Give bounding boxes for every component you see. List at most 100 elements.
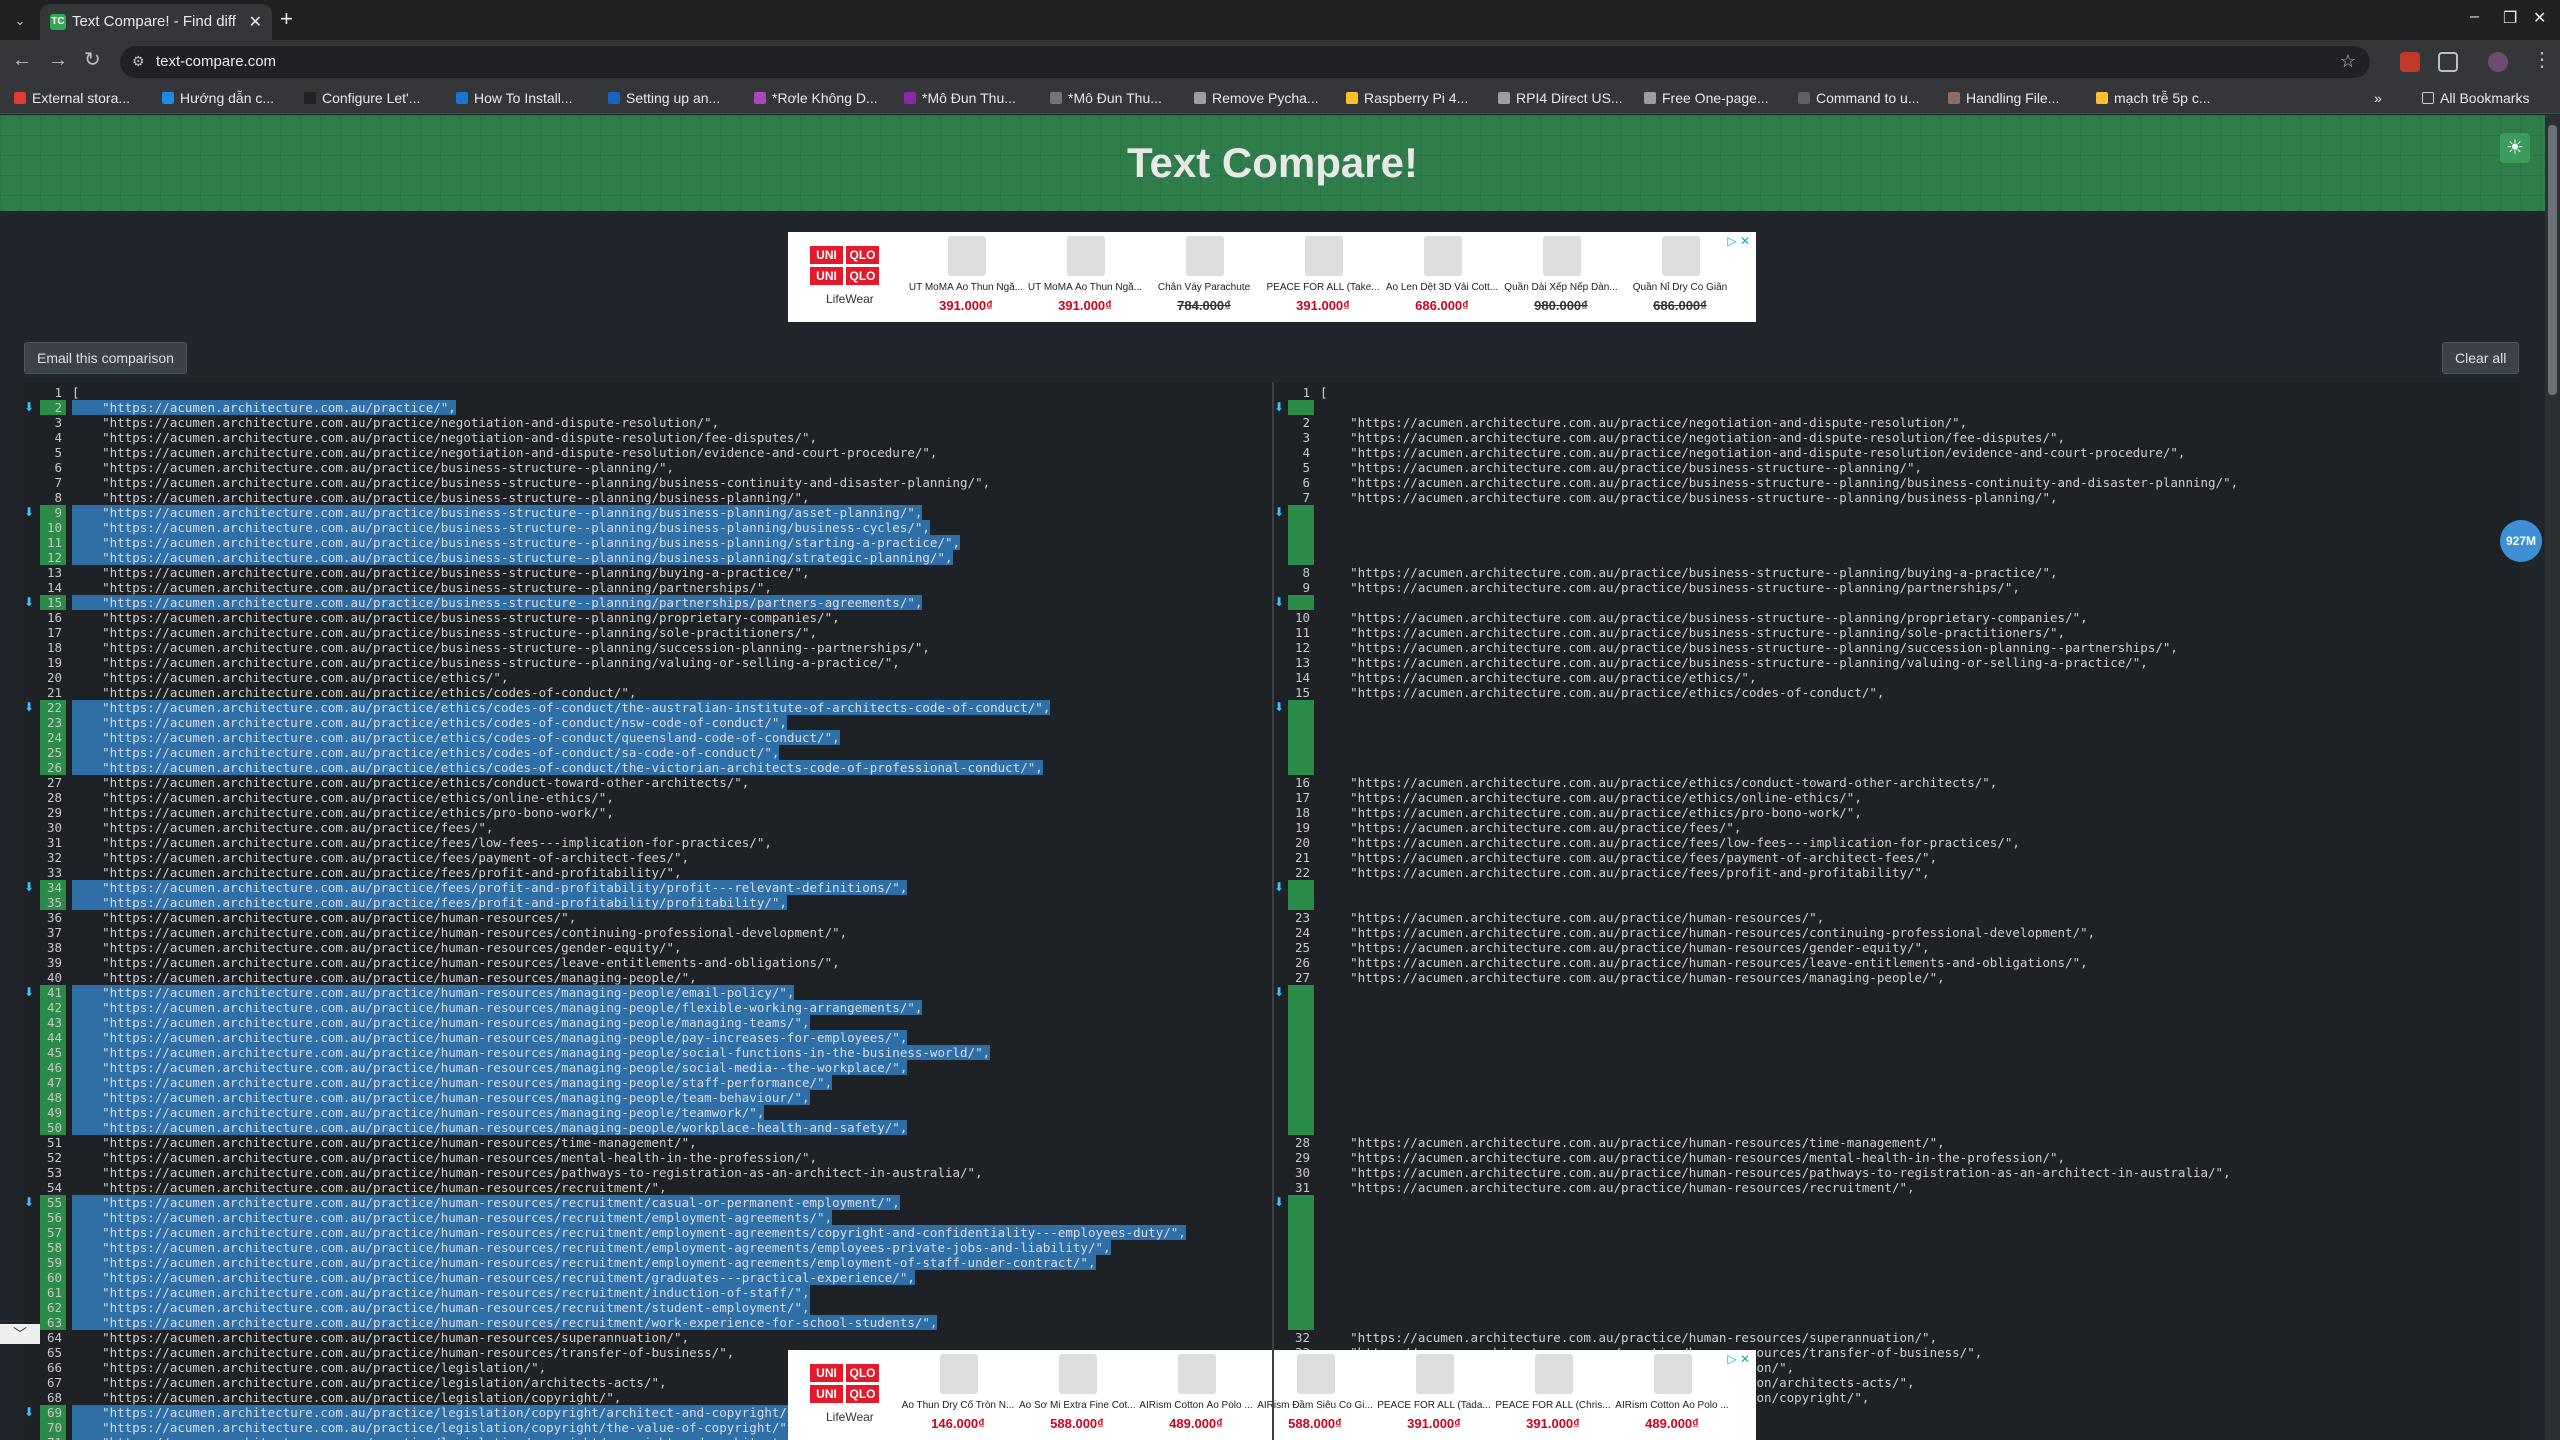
profile-avatar[interactable] bbox=[2488, 52, 2508, 72]
bookmark-item[interactable]: Command to u... bbox=[1798, 90, 1920, 106]
ad-product[interactable]: AIRism Cotton Áo Polo ... 489.000₫ bbox=[1138, 1350, 1254, 1440]
reload-icon[interactable]: ↻ bbox=[84, 50, 101, 70]
bookmark-item[interactable]: Hướng dẫn c... bbox=[162, 90, 274, 106]
bookmark-item[interactable]: *Mô Đun Thu... bbox=[1050, 90, 1162, 106]
ad-product[interactable]: UT MoMA Áo Thun Ngắ... 391.000₫ bbox=[908, 232, 1024, 322]
ad-product[interactable]: Quần Nỉ Dry Co Giãn 686.000₫ bbox=[1622, 232, 1738, 322]
bookmark-item[interactable]: Raspberry Pi 4... bbox=[1346, 90, 1468, 106]
code-line: "https://acumen.architecture.com.au/prac… bbox=[1320, 775, 1998, 790]
logo-cell: UNI bbox=[810, 246, 843, 264]
ad-product[interactable]: PEACE FOR ALL (Tada... 391.000₫ bbox=[1376, 1350, 1492, 1440]
site-info-icon[interactable]: ⚙ bbox=[132, 53, 145, 70]
code-line: "https://acumen.architecture.com.au/prac… bbox=[72, 1375, 667, 1390]
bookmark-favicon-icon bbox=[162, 92, 174, 104]
line-number: 9 bbox=[1302, 580, 1310, 595]
bookmark-item[interactable]: Remove Pycha... bbox=[1194, 90, 1319, 106]
bookmark-item[interactable]: mạch trễ 5p c... bbox=[2096, 90, 2210, 106]
bookmark-item[interactable]: Configure Let'... bbox=[304, 90, 420, 106]
forward-icon[interactable]: → bbox=[48, 50, 68, 70]
bookmark-favicon-icon bbox=[456, 92, 468, 104]
active-tab[interactable]: TC Text Compare! - Find diff ✕ bbox=[40, 4, 272, 40]
folder-icon bbox=[2422, 92, 2434, 104]
extension-icon[interactable] bbox=[2400, 52, 2420, 72]
bookmark-item[interactable]: Handling File... bbox=[1948, 90, 2059, 106]
theme-toggle-sun-icon[interactable]: ☀ bbox=[2500, 133, 2530, 163]
line-number: 29 bbox=[46, 805, 62, 820]
new-tab-icon[interactable]: + bbox=[280, 8, 293, 30]
ad-product[interactable]: UT MoMA Áo Thun Ngắ... 391.000₫ bbox=[1027, 232, 1143, 322]
line-number: 21 bbox=[46, 685, 62, 700]
ad-product[interactable]: PEACE FOR ALL (Chris... 391.000₫ bbox=[1495, 1350, 1611, 1440]
left-text-pane[interactable]: ⬇ ⬇ ⬇ ⬇ ⬇ ⬇ ⬇ ⬇ 1 [2 "https://acumen.architecture… bbox=[24, 382, 1272, 1440]
site-header: Text Compare! ☀ bbox=[0, 115, 2545, 211]
line-number: 24 bbox=[46, 730, 62, 745]
bookmark-item[interactable]: Free One-page... bbox=[1644, 90, 1769, 106]
bookmark-label: How To Install... bbox=[474, 90, 573, 106]
ad-product[interactable]: Chân Váy Parachute 784.000₫ bbox=[1146, 232, 1262, 322]
address-bar[interactable]: ⚙ text-compare.com ☆ bbox=[120, 46, 2370, 78]
bookmark-item[interactable]: *Mô Đun Thu... bbox=[904, 90, 1016, 106]
code-line: "https://acumen.architecture.com.au/prac… bbox=[72, 895, 787, 910]
floating-badge[interactable]: 927M bbox=[2500, 520, 2542, 562]
line-number: 6 bbox=[1302, 475, 1310, 490]
all-bookmarks[interactable]: All Bookmarks bbox=[2422, 90, 2529, 106]
ad-banner-top[interactable]: UNI QLO UNI QLO LifeWear ▷ ✕ UT MoMA Áo … bbox=[788, 232, 1756, 322]
bookmark-label: Configure Let'... bbox=[322, 90, 421, 106]
tab-search-icon[interactable]: ⌄ bbox=[8, 10, 32, 32]
line-number: 21 bbox=[1294, 850, 1310, 865]
logo-cell: UNI bbox=[810, 267, 843, 285]
bookmarks-overflow-icon[interactable]: » bbox=[2374, 90, 2382, 106]
ad-product[interactable]: AIRism Cotton Áo Polo ... 489.000₫ bbox=[1614, 1350, 1730, 1440]
right-text-pane[interactable]: ⬇⬇⬇⬇⬇⬇⬇⬇1[2 "https://acumen.architecture… bbox=[1274, 382, 2520, 1440]
bookmark-item[interactable]: How To Install... bbox=[456, 90, 573, 106]
bookmark-star-icon[interactable]: ☆ bbox=[2340, 51, 2356, 72]
extensions-puzzle-icon[interactable] bbox=[2438, 52, 2458, 72]
line-number: 46 bbox=[46, 1060, 62, 1075]
bookmark-label: RPI4 Direct US... bbox=[1516, 90, 1623, 106]
line-number: 11 bbox=[46, 535, 62, 550]
line-number: 41 bbox=[46, 985, 62, 1000]
ad-product[interactable]: AIRism Đầm Siêu Co Gi... 588.000₫ bbox=[1257, 1350, 1373, 1440]
ad-close-icon[interactable]: ▷ ✕ bbox=[1727, 1352, 1750, 1366]
collapse-chevron-icon[interactable]: ﹀ bbox=[0, 1324, 40, 1344]
ad-product[interactable]: Áo Sơ Mi Extra Fine Cot... 588.000₫ bbox=[1019, 1350, 1135, 1440]
line-number: 3 bbox=[54, 415, 62, 430]
code-line: "https://acumen.architecture.com.au/prac… bbox=[72, 1150, 818, 1165]
email-comparison-button[interactable]: Email this comparison bbox=[24, 342, 187, 374]
bookmark-item[interactable]: Setting up an... bbox=[608, 90, 720, 106]
pane-divider[interactable] bbox=[1272, 382, 1274, 1440]
line-number: 10 bbox=[46, 520, 62, 535]
ad-product[interactable]: Quần Dài Xếp Nếp Dàn... 980.000₫ bbox=[1503, 232, 1619, 322]
menu-icon[interactable]: ⋮ bbox=[2532, 50, 2552, 70]
line-number: 17 bbox=[46, 625, 62, 640]
product-name: Áo Sơ Mi Extra Fine Cot... bbox=[1019, 1400, 1135, 1411]
code-line: "https://acumen.architecture.com.au/prac… bbox=[72, 445, 938, 460]
url-text[interactable]: text-compare.com bbox=[156, 53, 276, 70]
bookmark-item[interactable]: *Rơle Không D... bbox=[754, 90, 878, 106]
tab-close-icon[interactable]: ✕ bbox=[249, 12, 262, 32]
line-number: 34 bbox=[46, 880, 62, 895]
line-number: 7 bbox=[1302, 490, 1310, 505]
line-number: 59 bbox=[46, 1255, 62, 1270]
page-scrollbar[interactable] bbox=[2545, 115, 2560, 1440]
code-line: "https://acumen.architecture.com.au/prac… bbox=[72, 1195, 900, 1210]
product-image bbox=[940, 1354, 978, 1394]
bookmark-item[interactable]: External stora... bbox=[14, 90, 130, 106]
ad-product[interactable]: Áo Thun Dry Cổ Tròn N... 146.000₫ bbox=[900, 1350, 1016, 1440]
window-close-icon[interactable]: ✕ bbox=[2533, 8, 2546, 28]
back-icon[interactable]: ← bbox=[12, 50, 32, 70]
maximize-icon[interactable]: ❐ bbox=[2503, 8, 2517, 28]
line-number: 20 bbox=[1294, 835, 1310, 850]
scroll-thumb[interactable] bbox=[2548, 125, 2557, 395]
code-line: "https://acumen.architecture.com.au/prac… bbox=[72, 1420, 795, 1435]
diff-arrow-icon: ⬇ bbox=[24, 880, 35, 894]
code-line: "https://acumen.architecture.com.au/prac… bbox=[72, 1270, 915, 1285]
ad-product[interactable]: Áo Len Dệt 3D Vải Cott... 686.000₫ bbox=[1384, 232, 1500, 322]
code-line: "https://acumen.architecture.com.au/prac… bbox=[72, 565, 810, 580]
ad-product[interactable]: PEACE FOR ALL (Take... 391.000₫ bbox=[1265, 232, 1381, 322]
line-number: 58 bbox=[46, 1240, 62, 1255]
bookmark-item[interactable]: RPI4 Direct US... bbox=[1498, 90, 1623, 106]
ad-brand: LifeWear bbox=[826, 292, 874, 306]
minimize-icon[interactable]: – bbox=[2470, 8, 2479, 26]
clear-all-button[interactable]: Clear all bbox=[2442, 342, 2520, 374]
